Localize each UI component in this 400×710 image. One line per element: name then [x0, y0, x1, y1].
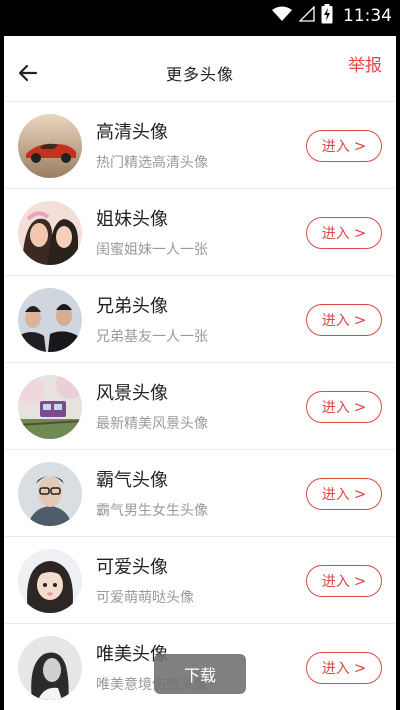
row-subtitle: 可爱萌萌哒头像 — [96, 590, 194, 606]
enter-button[interactable]: 进入 > — [306, 652, 382, 684]
status-icons: 11:34 — [271, 4, 392, 28]
page-title: 更多头像 — [165, 65, 234, 84]
row-subtitle: 最新精美风景头像 — [96, 416, 208, 432]
chevron-right-icon: > — [353, 136, 367, 155]
avatar — [18, 114, 82, 178]
chevron-right-icon: > — [353, 397, 367, 416]
row-title: 高清头像 — [96, 122, 168, 143]
enter-label: 进入 — [321, 661, 350, 677]
enter-button[interactable]: 进入 > — [306, 130, 382, 162]
enter-label: 进入 — [321, 139, 350, 155]
list-item[interactable]: 可爱头像 可爱萌萌哒头像 进入 > — [4, 537, 396, 624]
list-item[interactable]: 霸气头像 霸气男生女生头像 进入 > — [4, 450, 396, 537]
list-item[interactable]: 高清头像 热门精选高清头像 进入 > — [4, 102, 396, 189]
chevron-right-icon: > — [353, 223, 367, 242]
row-title: 霸气头像 — [96, 470, 168, 491]
avatar — [18, 549, 82, 613]
avatar — [18, 201, 82, 265]
cute-girl-photo — [18, 549, 82, 613]
bw-girl-photo — [18, 636, 82, 700]
sports-car-photo — [18, 114, 82, 178]
signal-icon — [298, 5, 315, 26]
chevron-right-icon: > — [353, 571, 367, 590]
wifi-icon — [271, 6, 293, 26]
row-title: 兄弟头像 — [96, 296, 168, 317]
row-title: 风景头像 — [96, 383, 168, 404]
avatar — [18, 288, 82, 352]
status-bar: 11:34 — [0, 0, 400, 32]
enter-button[interactable]: 进入 > — [306, 304, 382, 336]
report-button[interactable]: 举报 — [348, 51, 382, 76]
list-item[interactable]: 风景头像 最新精美风景头像 进入 > — [4, 363, 396, 450]
enter-button[interactable]: 进入 > — [306, 565, 382, 597]
chevron-right-icon: > — [353, 484, 367, 503]
train-blossom-photo — [18, 375, 82, 439]
row-title: 姐妹头像 — [96, 209, 168, 230]
enter-button[interactable]: 进入 > — [306, 217, 382, 249]
app-screen: 更多头像 举报 高清头像 热门精选高清头像 进入 > 姐妹头像 闺蜜姐妹一人一张… — [4, 36, 396, 710]
row-title: 可爱头像 — [96, 557, 168, 578]
enter-label: 进入 — [321, 400, 350, 416]
row-subtitle: 霸气男生女生头像 — [96, 503, 208, 519]
enter-label: 进入 — [321, 574, 350, 590]
enter-label: 进入 — [321, 226, 350, 242]
header: 更多头像 举报 — [4, 36, 396, 102]
enter-button[interactable]: 进入 > — [306, 478, 382, 510]
list-item[interactable]: 兄弟头像 兄弟基友一人一张 进入 > — [4, 276, 396, 363]
enter-button[interactable]: 进入 > — [306, 391, 382, 423]
two-men-photo — [18, 288, 82, 352]
enter-label: 进入 — [321, 313, 350, 329]
row-subtitle: 闺蜜姐妹一人一张 — [96, 242, 208, 258]
row-subtitle: 兄弟基友一人一张 — [96, 329, 208, 345]
two-girls-photo — [18, 201, 82, 265]
row-subtitle: 热门精选高清头像 — [96, 155, 208, 171]
avatar — [18, 375, 82, 439]
avatar — [18, 636, 82, 700]
enter-label: 进入 — [321, 487, 350, 503]
category-list: 高清头像 热门精选高清头像 进入 > 姐妹头像 闺蜜姐妹一人一张 进入 > 兄弟… — [4, 102, 396, 710]
download-button[interactable]: 下载 — [154, 654, 246, 694]
battery-charging-icon — [321, 4, 333, 28]
avatar — [18, 462, 82, 526]
status-time: 11:34 — [343, 6, 392, 26]
chevron-right-icon: > — [353, 658, 367, 677]
chevron-right-icon: > — [353, 310, 367, 329]
man-glasses-photo — [18, 462, 82, 526]
list-item[interactable]: 姐妹头像 闺蜜姐妹一人一张 进入 > — [4, 189, 396, 276]
